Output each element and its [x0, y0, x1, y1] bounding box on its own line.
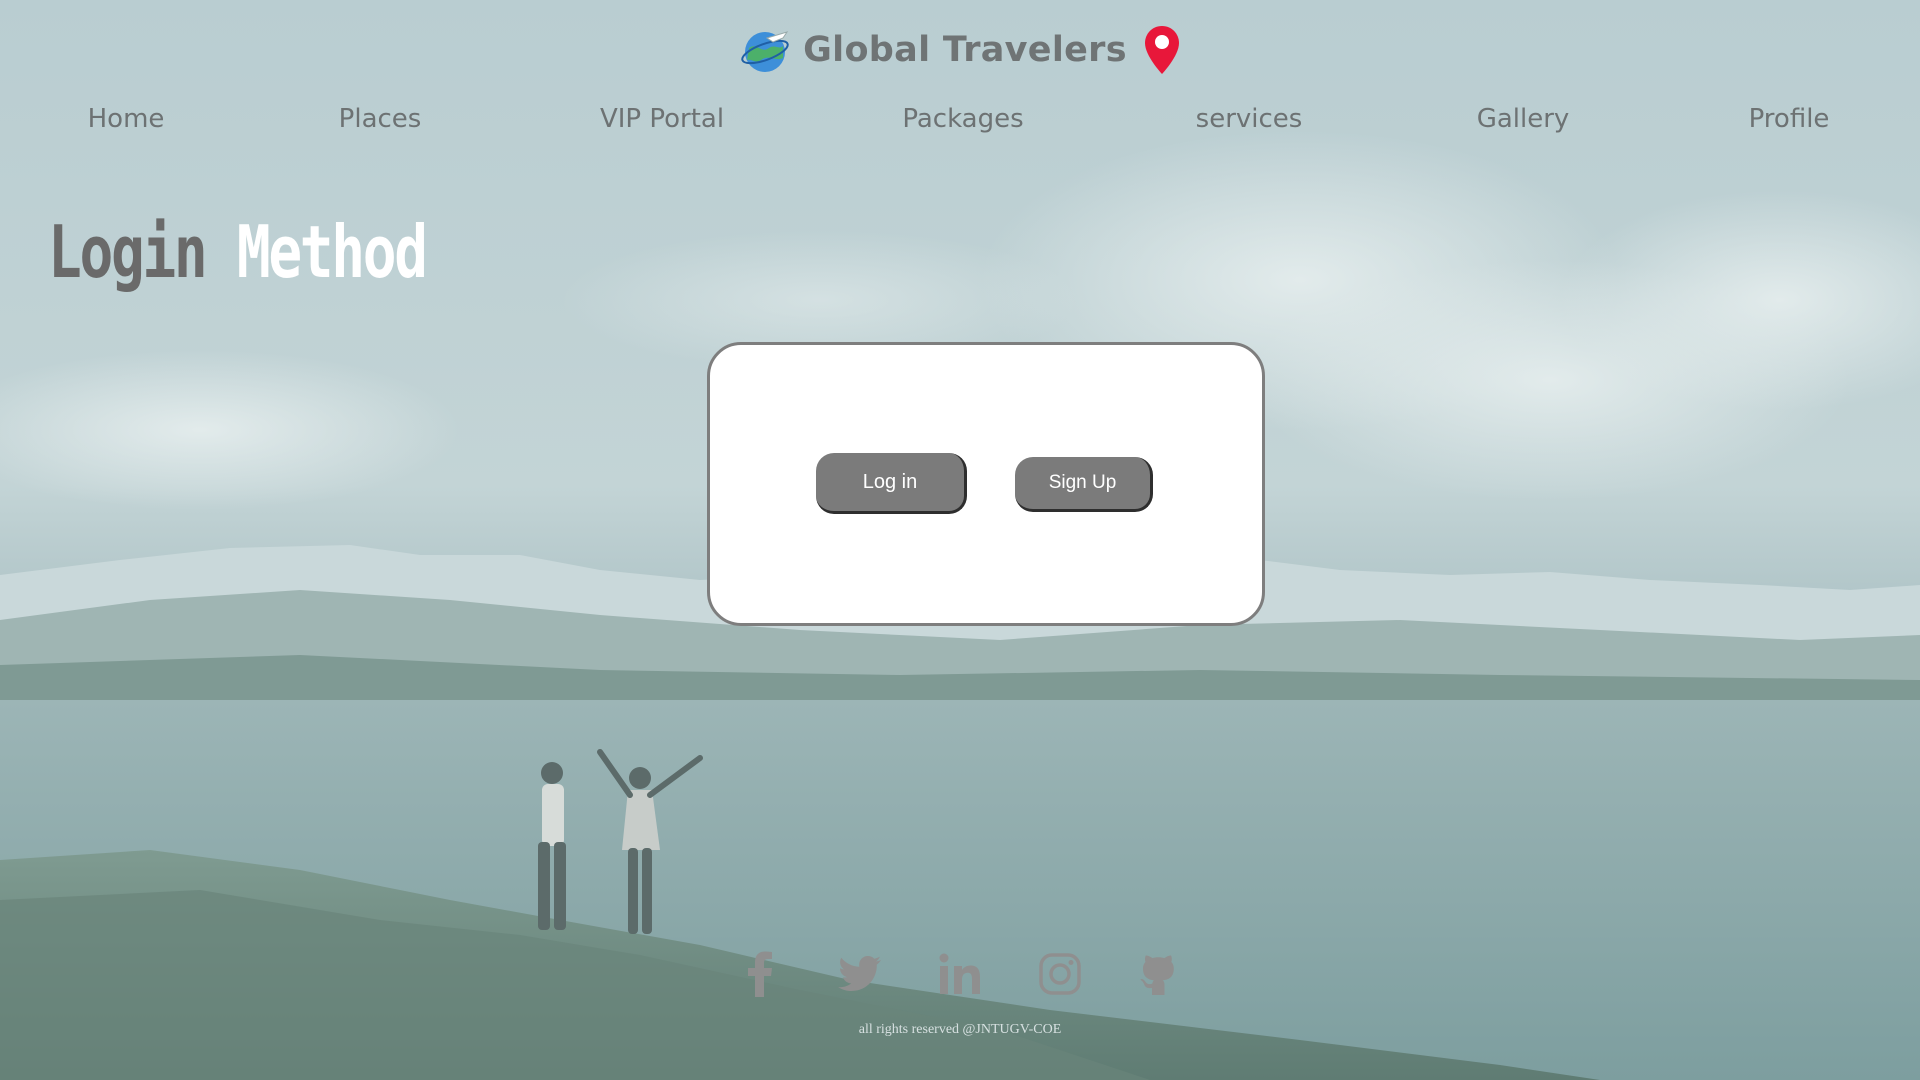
linkedin-icon[interactable] [937, 951, 983, 997]
github-icon[interactable] [1137, 951, 1183, 997]
globe-plane-icon [741, 31, 789, 72]
nav-item-packages[interactable]: Packages [902, 104, 1023, 134]
site-title: Global Travelers [803, 30, 1127, 70]
map-pin-icon [1144, 26, 1179, 74]
social-links [0, 951, 1920, 999]
facebook-icon[interactable] [738, 951, 784, 997]
site-brand[interactable]: Global Travelers [0, 24, 1920, 76]
auth-card: Log in Sign Up [707, 342, 1265, 626]
nav-item-services[interactable]: services [1196, 104, 1303, 134]
nav-item-vip-portal[interactable]: VIP Portal [600, 104, 724, 134]
nav-item-places[interactable]: Places [339, 104, 422, 134]
nav-item-profile[interactable]: Profile [1749, 104, 1830, 134]
twitter-icon[interactable] [837, 951, 883, 997]
page-title-word-2: Method [236, 210, 428, 294]
footer-copyright: all rights reserved @JNTUGV-COE [858, 1022, 1062, 1037]
nav-item-home[interactable]: Home [88, 104, 165, 134]
instagram-icon[interactable] [1037, 951, 1083, 997]
login-button[interactable]: Log in [816, 453, 967, 514]
page-title-word-1: Login [48, 210, 208, 294]
nav-item-gallery[interactable]: Gallery [1477, 104, 1570, 134]
page-title: Login Method [48, 210, 428, 294]
signup-button[interactable]: Sign Up [1015, 457, 1153, 512]
